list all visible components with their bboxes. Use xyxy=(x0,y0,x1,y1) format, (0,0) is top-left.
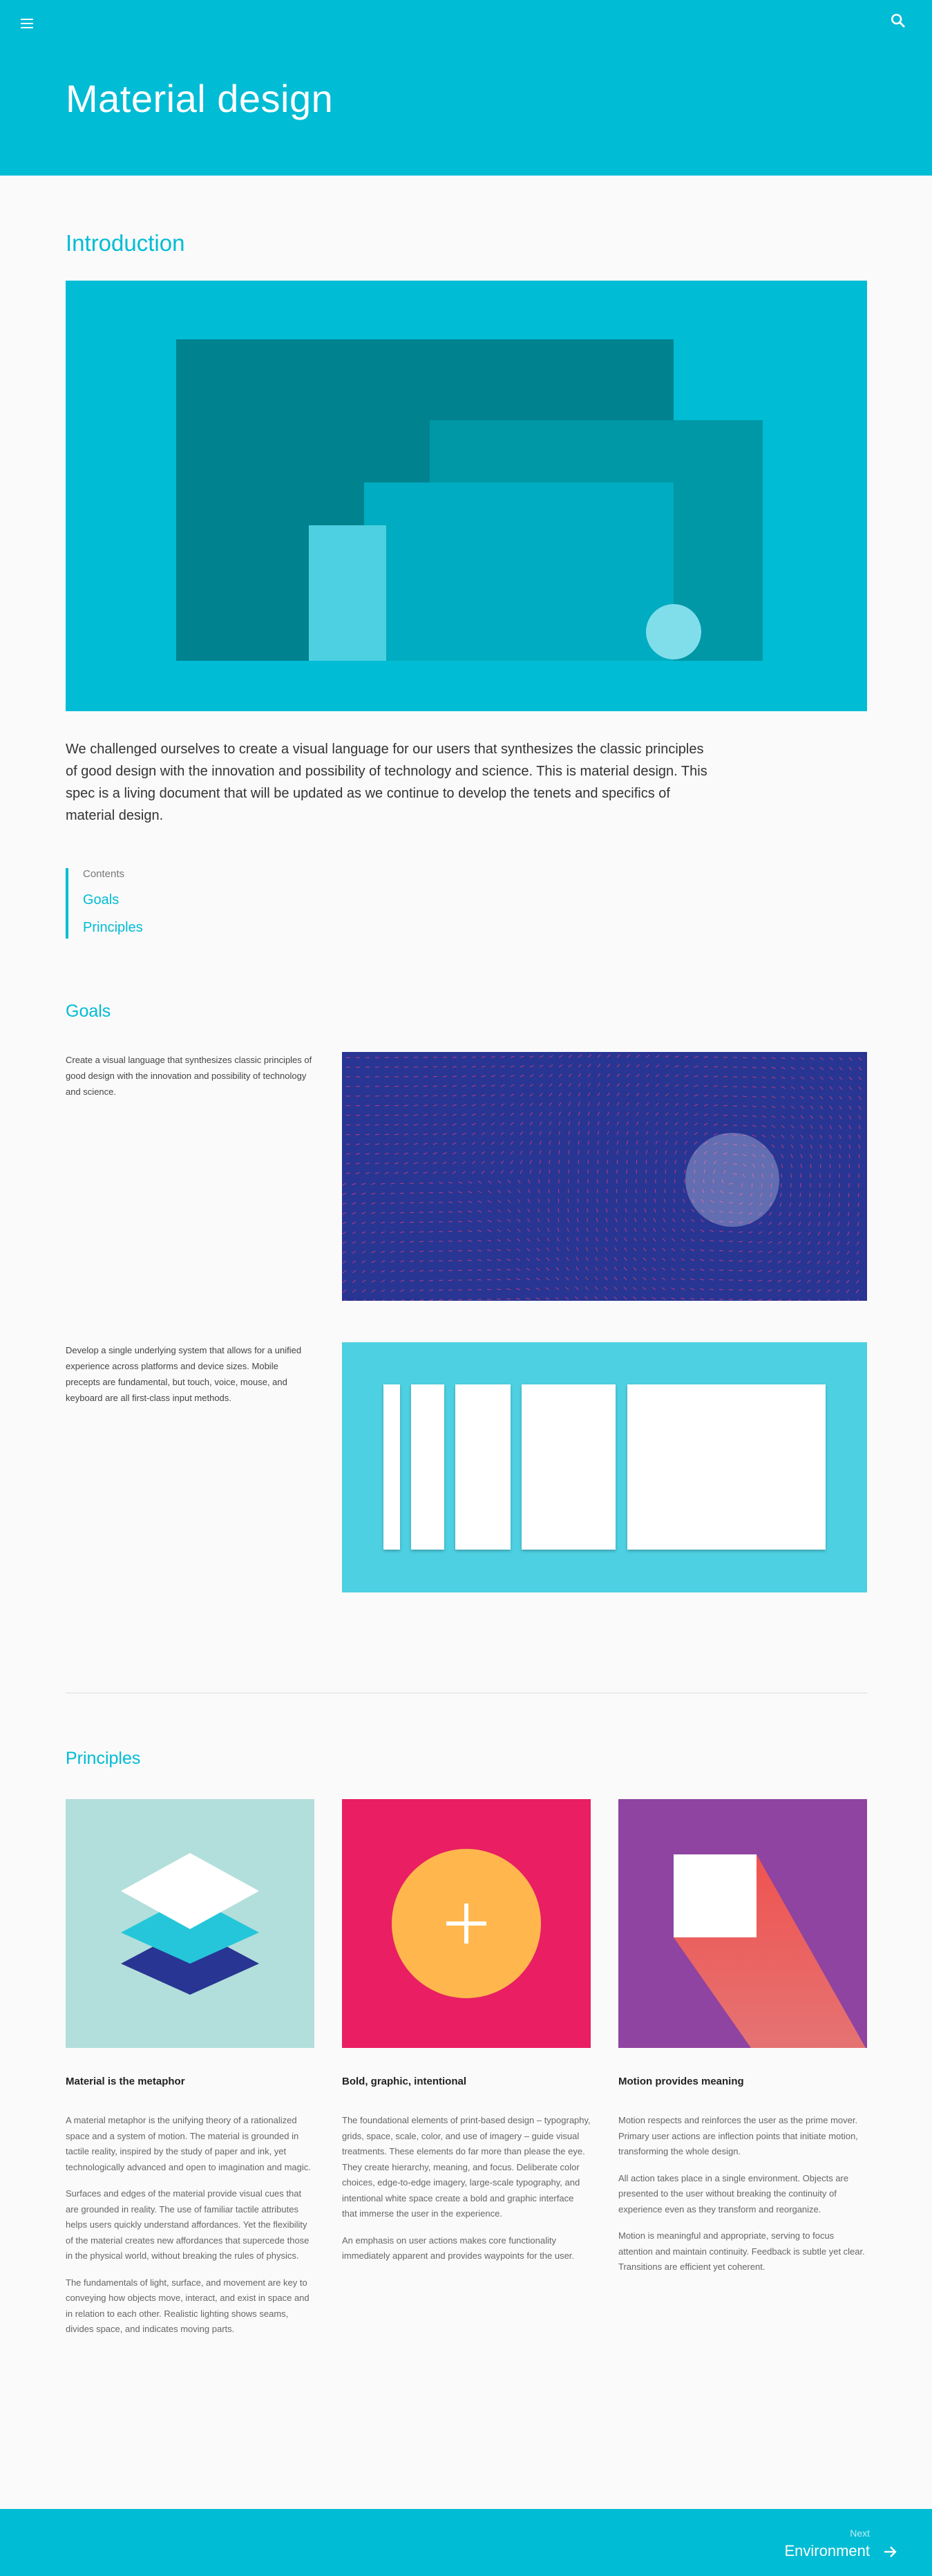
menu-icon xyxy=(21,19,33,20)
principle-body: A material metaphor is the unifying theo… xyxy=(66,2113,314,2349)
toc-link-goals[interactable]: Goals xyxy=(83,892,119,908)
introduction-paragraph: We challenged ourselves to create a visu… xyxy=(66,742,707,823)
arrow-right-icon xyxy=(884,2546,897,2557)
principle-body: The foundational elements of print-based… xyxy=(342,2113,591,2275)
next-page-title: Environment xyxy=(784,2542,870,2559)
goal-description: Create a visual language that synthesize… xyxy=(66,1055,312,1097)
principle-paragraph: All action takes place in a single envir… xyxy=(618,2172,849,2215)
principle-illustration-add xyxy=(342,1799,591,2048)
toc-link-principles[interactable]: Principles xyxy=(83,920,143,936)
next-label: Next xyxy=(850,2528,870,2539)
goal-illustration-flow-field xyxy=(342,1052,867,1301)
toc-heading: Contents xyxy=(83,868,125,880)
footer-bar: Next Environment xyxy=(0,2509,932,2576)
search-button[interactable] xyxy=(888,11,908,30)
hero-front-panel xyxy=(364,482,674,661)
principle-paragraph: The foundational elements of print-based… xyxy=(342,2115,591,2219)
next-page-link[interactable]: Next Environment xyxy=(718,2526,897,2560)
principle-illustration-layers xyxy=(66,1799,314,2048)
device-tablet xyxy=(522,1384,616,1550)
principle-paragraph: Motion is meaningful and appropriate, se… xyxy=(618,2230,865,2272)
goals-heading: Goals xyxy=(66,1002,111,1021)
hero-circle xyxy=(646,604,701,659)
principle-paragraph: Motion respects and reinforces the user … xyxy=(618,2115,858,2156)
device-desktop xyxy=(627,1384,826,1550)
table-of-contents: Contents Goals Principles xyxy=(66,868,276,939)
device-phablet xyxy=(455,1384,511,1550)
principle-paragraph: A material metaphor is the unifying theo… xyxy=(66,2115,311,2172)
device-watch xyxy=(383,1384,400,1550)
principle-paragraph: The fundamentals of light, surface, and … xyxy=(66,2277,310,2335)
principle-title: Motion provides meaning xyxy=(618,2076,744,2087)
device-phone xyxy=(411,1384,444,1550)
principle-title: Bold, graphic, intentional xyxy=(342,2076,466,2087)
introduction-hero-illustration xyxy=(66,281,867,711)
menu-button[interactable] xyxy=(18,14,40,33)
goal-description: Develop a single underlying system that … xyxy=(66,1345,302,1403)
principle-body: Motion respects and reinforces the user … xyxy=(618,2113,867,2286)
page-title: Material design xyxy=(66,77,334,120)
principle-paragraph: An emphasis on user actions makes core f… xyxy=(342,2235,575,2262)
principle-title: Material is the metaphor xyxy=(66,2076,185,2087)
principles-heading: Principles xyxy=(66,1749,141,1768)
hero-small-card xyxy=(309,525,386,661)
app-header: Material design xyxy=(0,0,932,176)
menu-icon-bar xyxy=(21,23,33,24)
introduction-heading: Introduction xyxy=(66,230,185,256)
principle-illustration-motion xyxy=(618,1799,867,2048)
principle-paragraph: Surfaces and edges of the material provi… xyxy=(66,2188,310,2261)
menu-icon-bar xyxy=(21,27,33,28)
search-icon xyxy=(891,13,905,28)
goal-illustration-device-sizes xyxy=(342,1342,867,1592)
